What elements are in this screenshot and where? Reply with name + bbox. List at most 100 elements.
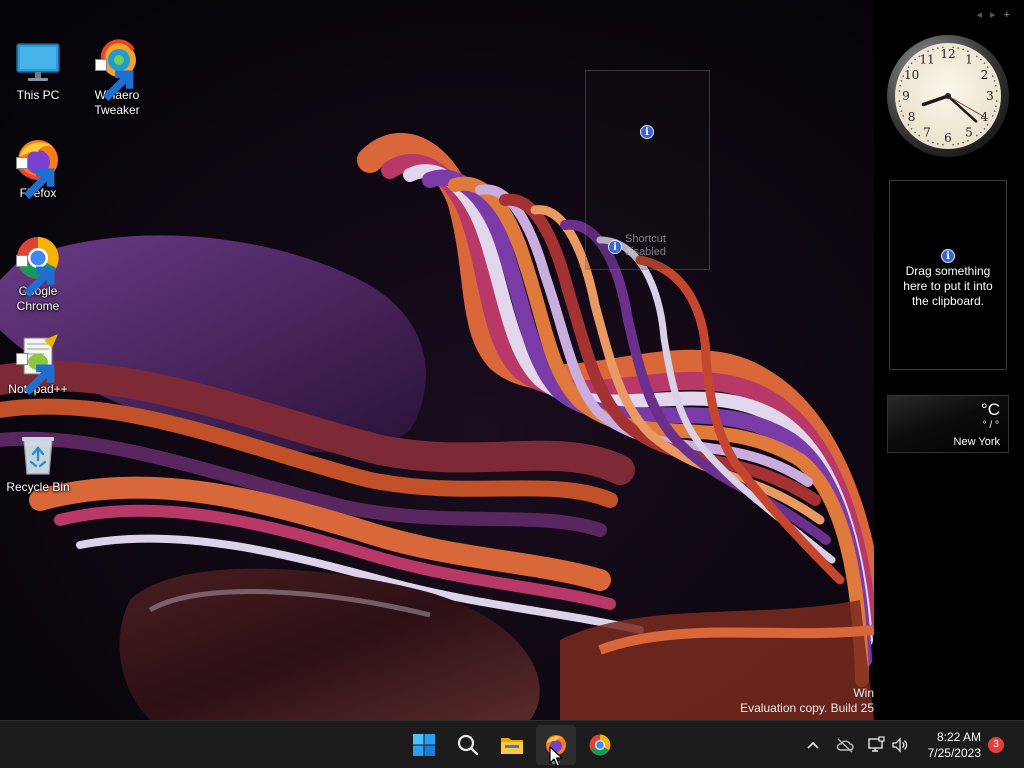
sidebar-next-button[interactable]: ▸ (990, 9, 1004, 21)
sidebar-add-gadget-button[interactable]: + (1004, 9, 1018, 21)
shortcut-arrow-icon (95, 59, 134, 102)
notification-badge[interactable]: 3 (988, 737, 1004, 753)
taskbar-clock[interactable]: 8:22 AM 7/25/2023 (928, 729, 981, 761)
desktop-icon-recycle-bin[interactable]: Recycle Bin (0, 400, 76, 510)
clock-tick (937, 47, 939, 49)
clock-numeral: 12 (940, 47, 955, 61)
desktop-icon-notepad-plus-plus[interactable]: Notepad++ (0, 302, 76, 412)
mouse-cursor-icon (549, 746, 563, 767)
clock-tick (942, 143, 944, 146)
clock-tick (976, 134, 978, 137)
volume-tray-button[interactable] (890, 735, 910, 755)
search-icon (457, 734, 479, 756)
watermark-line-2: Evaluation copy. Build 25 (740, 701, 874, 715)
network-icon (868, 736, 885, 752)
clock-tick (927, 140, 929, 142)
clock-numeral: 6 (944, 131, 952, 145)
clock-numeral: 2 (981, 68, 989, 82)
clock-tick (900, 110, 903, 112)
clock-tick (952, 143, 954, 146)
clock-tick (962, 48, 964, 51)
chrome-taskbar-button[interactable] (580, 725, 620, 765)
sidebar-prev-button[interactable]: ◂ (977, 9, 991, 21)
clock-numeral: 9 (902, 89, 910, 103)
start-icon (413, 734, 435, 756)
clock-tick (992, 115, 994, 117)
clock-tick (976, 55, 978, 58)
clock-tick (967, 50, 969, 52)
clock-tick (910, 128, 913, 130)
shortcut-arrow-icon (16, 157, 55, 200)
onedrive-tray-button[interactable] (835, 735, 855, 755)
desktop-icon-firefox[interactable]: Firefox (0, 106, 76, 216)
clock-numeral: 3 (986, 89, 994, 103)
clock-gadget[interactable]: 12 1234567891011 (886, 34, 1010, 158)
clock-tick (942, 46, 944, 49)
clock-tick (937, 143, 939, 145)
clock-tick (957, 143, 959, 145)
clock-tick (927, 50, 929, 52)
clock-numeral: 8 (908, 110, 916, 124)
clock-tick (902, 75, 904, 77)
network-tray-button[interactable] (866, 735, 886, 755)
clipboard-gadget[interactable]: i Drag something here to put it into the… (889, 180, 1007, 370)
weather-unit: °C (980, 400, 1000, 419)
info-icon: i (608, 240, 622, 254)
cloud-off-icon (836, 738, 854, 753)
clock-tick (918, 134, 920, 137)
clock-tick (995, 105, 997, 107)
info-icon: i (941, 249, 955, 263)
clock-tick (899, 85, 901, 87)
watermark-line-1: Win (853, 686, 874, 700)
info-icon: i (640, 125, 654, 139)
clock-tick (995, 90, 998, 92)
desktop-icon-winaero-tweaker[interactable]: Winaero Tweaker (79, 8, 155, 133)
desktop-icon-this-pc[interactable]: This PC (0, 8, 76, 118)
clock-tick (898, 90, 901, 92)
clock-tick (918, 55, 920, 58)
taskbar-date: 7/25/2023 (927, 746, 981, 760)
firefox-icon (14, 121, 62, 200)
search-button[interactable] (448, 725, 488, 765)
weather-gadget[interactable]: °C ° / ° New York (887, 395, 1009, 453)
chrome-icon (14, 219, 62, 298)
clock-tick (980, 58, 982, 61)
watermark-container: Win Evaluation copy. Build 25 (600, 680, 874, 720)
clock-tick (983, 128, 986, 130)
shortcut-arrow-icon (16, 255, 55, 298)
clock-tick (993, 110, 996, 112)
clock-numeral: 1 (965, 53, 973, 67)
file-explorer-icon (501, 738, 523, 754)
clock-tick (914, 58, 916, 61)
taskbar: 8:22 AM 7/25/2023 3 (0, 720, 1024, 768)
show-hidden-icons-button[interactable] (803, 735, 823, 755)
shortcut-arrow-icon (16, 353, 55, 396)
clock-tick (898, 100, 901, 102)
clock-tick (932, 141, 934, 144)
chrome-icon (589, 734, 611, 756)
clock-numeral: 5 (965, 125, 973, 139)
clock-tick (899, 105, 901, 107)
start-button[interactable] (404, 725, 444, 765)
clock-tick (900, 80, 903, 82)
clock-tick (995, 85, 997, 87)
taskbar-time: 8:22 AM (936, 730, 981, 744)
clock-tick (957, 47, 959, 49)
recycle-bin-icon (14, 415, 62, 475)
clock-tick (910, 62, 913, 64)
clock-tick (980, 131, 982, 134)
clock-tick (992, 75, 994, 77)
file-explorer-button[interactable] (492, 725, 532, 765)
clock-tick (995, 100, 998, 102)
clock-tick (952, 46, 954, 49)
clock-numeral: 7 (923, 125, 931, 139)
clock-tick (932, 48, 934, 51)
sidebar-controls: ◂▸+ (977, 8, 1019, 21)
notepad-plus-plus-icon (14, 317, 62, 396)
shortcut-disabled-text: Shortcut disabled (625, 233, 666, 258)
winaero-tweaker-icon (93, 23, 141, 102)
clipboard-message: Drag something here to put it into the c… (903, 264, 993, 308)
weather-city: New York (953, 436, 1000, 448)
clock-tick (914, 131, 916, 134)
clock-numeral: 11 (919, 53, 934, 67)
